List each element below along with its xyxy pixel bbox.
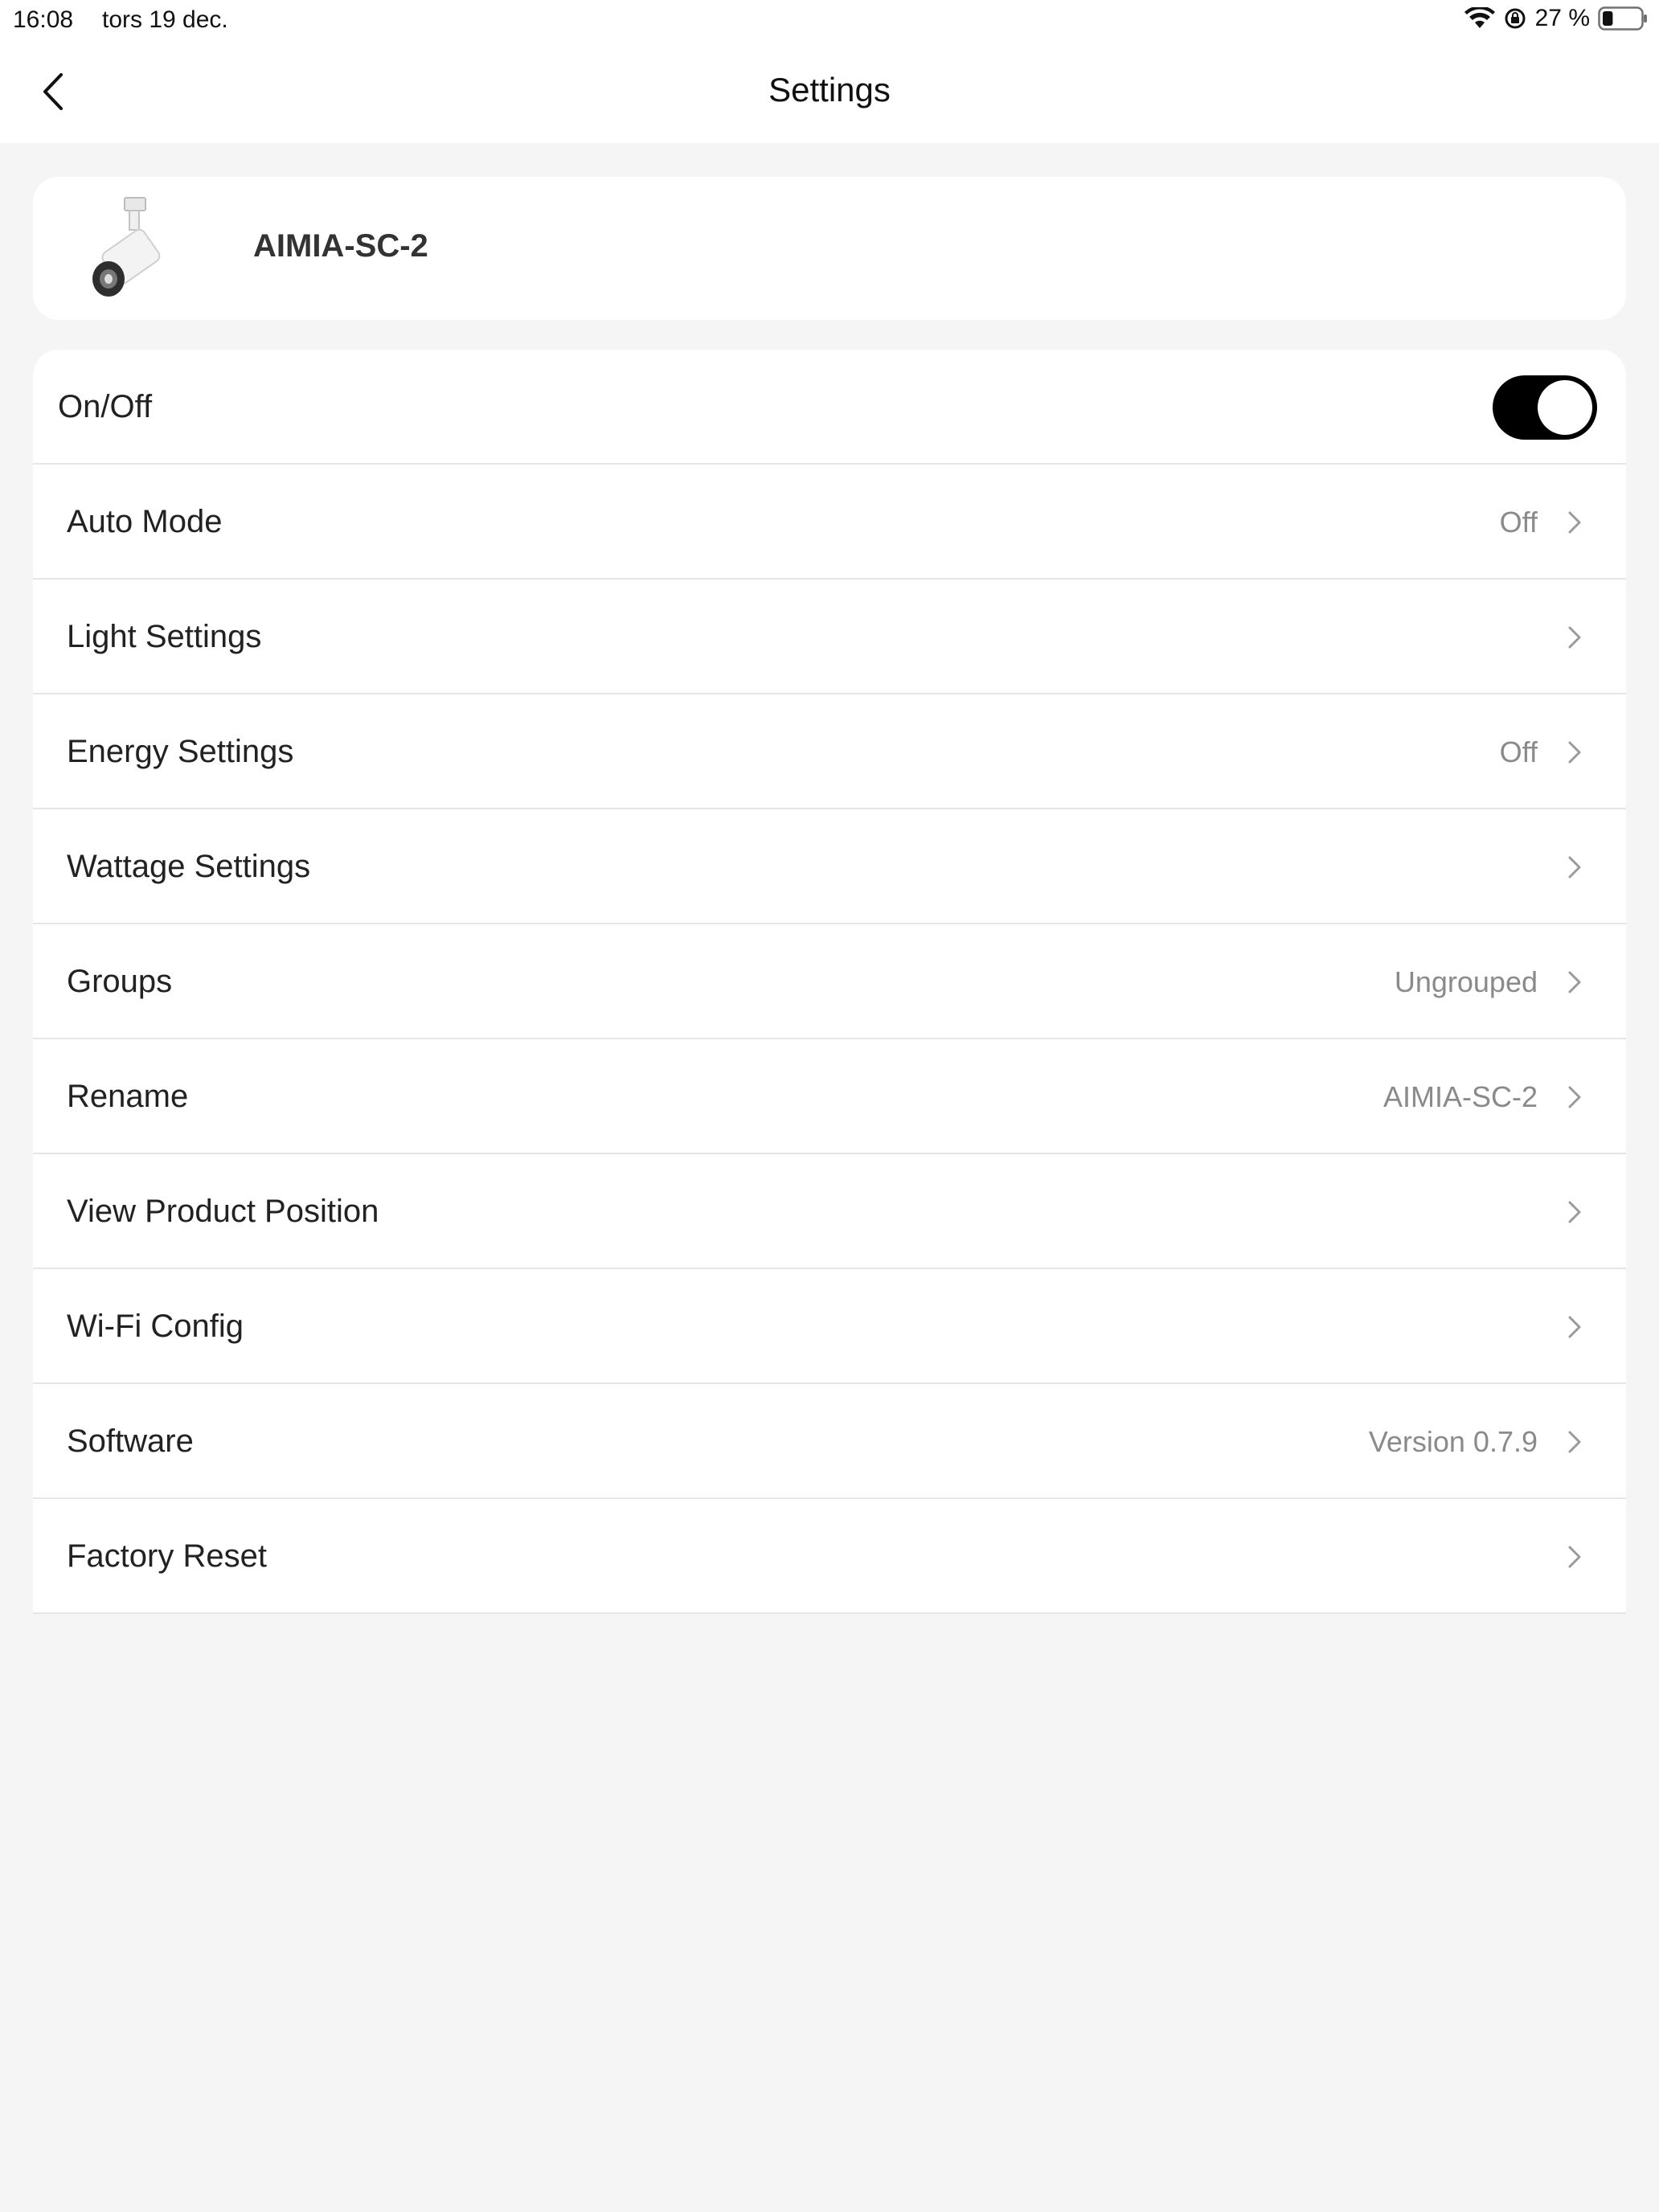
chevron-right-icon	[1565, 854, 1584, 880]
settings-row-value: AIMIA-SC-2	[1382, 1080, 1538, 1113]
power-toggle[interactable]	[1493, 375, 1597, 440]
device-card: AIMIA-SC-2	[33, 177, 1626, 320]
settings-row-label: Wi-Fi Config	[67, 1309, 244, 1344]
settings-row-view-product-position[interactable]: View Product Position	[33, 1154, 1626, 1269]
toggle-knob	[1538, 380, 1592, 435]
settings-row-factory-reset[interactable]: Factory Reset	[33, 1499, 1626, 1614]
settings-row-groups[interactable]: Groups Ungrouped	[33, 924, 1626, 1039]
settings-row-label: Rename	[67, 1079, 189, 1114]
status-date: tors 19 dec.	[102, 6, 228, 33]
wifi-icon	[1464, 7, 1495, 30]
settings-row-rename[interactable]: Rename AIMIA-SC-2	[33, 1039, 1626, 1154]
page-title: Settings	[768, 71, 891, 109]
device-image	[84, 196, 181, 301]
device-name: AIMIA-SC-2	[253, 228, 428, 264]
settings-row-value: Version 0.7.9	[1368, 1425, 1538, 1458]
navigation-bar: Settings	[0, 40, 1659, 143]
chevron-right-icon	[1565, 625, 1584, 650]
settings-row-software[interactable]: Software Version 0.7.9	[33, 1384, 1626, 1499]
status-bar: 16:08 tors 19 dec. 27 %	[0, 0, 1659, 40]
settings-row-wi-fi-config[interactable]: Wi-Fi Config	[33, 1269, 1626, 1384]
settings-row-label: Auto Mode	[67, 504, 223, 539]
settings-row-label: Groups	[67, 964, 173, 999]
chevron-right-icon	[1565, 739, 1584, 765]
chevron-right-icon	[1565, 1314, 1584, 1340]
battery-icon	[1598, 6, 1648, 31]
settings-row-label: Light Settings	[67, 619, 262, 654]
settings-row-value: Off	[1499, 506, 1538, 539]
settings-row-value: Off	[1499, 735, 1538, 768]
orientation-lock-icon	[1503, 6, 1527, 31]
settings-row-light-settings[interactable]: Light Settings	[33, 580, 1626, 694]
status-indicators: 27 %	[1464, 5, 1648, 32]
settings-row-label: Energy Settings	[67, 734, 294, 769]
settings-row-label: Software	[67, 1423, 194, 1459]
settings-row-auto-mode[interactable]: Auto Mode Off	[33, 465, 1626, 580]
chevron-right-icon	[1565, 1084, 1584, 1110]
settings-row-label: Wattage Settings	[67, 849, 311, 884]
power-row: On/Off	[33, 350, 1626, 465]
settings-row-wattage-settings[interactable]: Wattage Settings	[33, 809, 1626, 924]
chevron-right-icon	[1565, 1199, 1584, 1225]
settings-list: On/Off Auto Mode Off Light Settings Energy …	[33, 350, 1626, 1614]
chevron-right-icon	[1565, 1429, 1584, 1455]
chevron-right-icon	[1565, 1544, 1584, 1570]
settings-row-value: Ungrouped	[1394, 965, 1538, 998]
settings-row-label: Factory Reset	[67, 1538, 267, 1574]
chevron-right-icon	[1565, 969, 1584, 995]
chevron-right-icon	[1565, 510, 1584, 535]
settings-row-label: View Product Position	[67, 1194, 379, 1229]
settings-rows: Auto Mode Off Light Settings Energy Setting…	[33, 465, 1626, 1614]
power-label: On/Off	[58, 389, 153, 424]
battery-percent: 27 %	[1534, 5, 1590, 31]
status-time: 16:08	[13, 6, 74, 33]
settings-row-energy-settings[interactable]: Energy Settings Off	[33, 694, 1626, 809]
